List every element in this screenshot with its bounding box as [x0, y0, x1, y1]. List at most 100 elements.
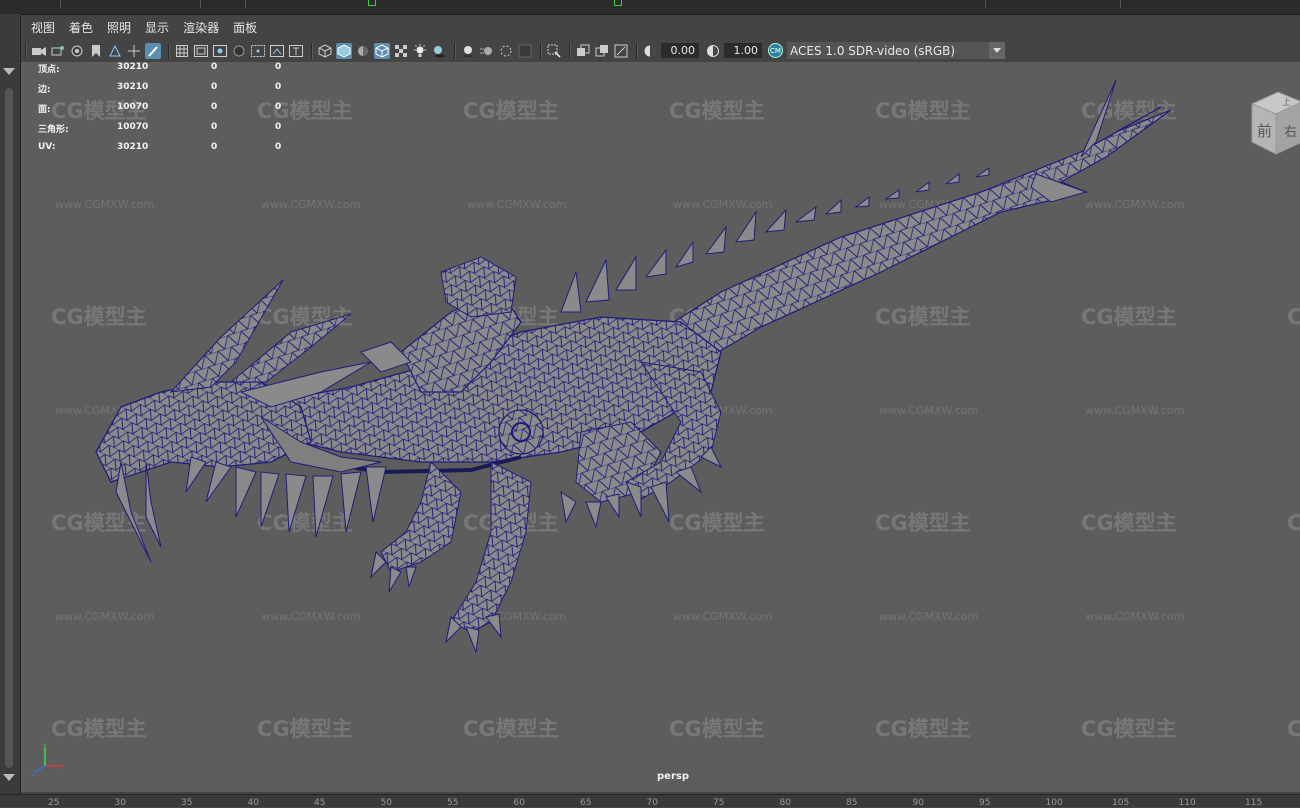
hud-value: 0 [211, 62, 218, 72]
safe-action-icon[interactable] [269, 43, 285, 59]
strip-tick [1120, 0, 1121, 8]
resolution-gate-icon[interactable] [212, 43, 228, 59]
panel-toolbar: 0.00 1.00 CM ACES 1.0 SDR-video (sRGB) [21, 39, 1300, 62]
hud-value: 30210 [117, 62, 149, 72]
exposure-icon[interactable] [642, 43, 658, 59]
timeline-ruler[interactable]: 25 30 35 40 45 50 55 60 65 70 75 80 85 90 95 100 105 110 1… [0, 794, 1300, 808]
toolbar-separator [311, 42, 313, 59]
top-strip [0, 0, 1300, 15]
camera-icon[interactable] [31, 43, 47, 59]
menu-shading[interactable]: 着色 [69, 19, 93, 36]
ruler-tick-label: 75 [713, 798, 725, 808]
gate-mask-icon[interactable] [231, 43, 247, 59]
left-scrollbar[interactable] [0, 14, 21, 794]
axis-gizmo-icon: y x z [31, 742, 67, 778]
light-icon[interactable] [412, 43, 428, 59]
strip-tick [200, 0, 201, 8]
hud-label: UV: [38, 142, 56, 152]
scroll-track[interactable] [5, 88, 13, 768]
motion-blur-icon[interactable] [479, 43, 495, 59]
cube-face-right[interactable]: 右 [1284, 125, 1297, 140]
image-plane-icon[interactable] [69, 43, 85, 59]
gamma-field[interactable]: 1.00 [724, 43, 762, 58]
strip-tick [245, 0, 246, 8]
ruler-tick-label: 95 [979, 798, 991, 808]
view-cube[interactable]: 上 前 右 [1248, 86, 1300, 158]
menu-renderer[interactable]: 渲染器 [183, 19, 219, 36]
menu-show[interactable]: 显示 [145, 19, 169, 36]
ruler-tick-label: 100 [1045, 798, 1063, 808]
xray-active-icon[interactable] [594, 43, 610, 59]
film-gate-icon[interactable] [193, 43, 209, 59]
menu-view[interactable]: 视图 [31, 19, 55, 36]
smooth-shade-icon[interactable] [336, 42, 352, 59]
cube-face-top[interactable]: 上 [1282, 97, 1291, 108]
hud-value: 0 [211, 82, 218, 92]
ao-icon[interactable] [460, 43, 476, 59]
colorspace-value: ACES 1.0 SDR-video (sRGB) [790, 43, 956, 58]
toolbar-separator [636, 42, 638, 59]
exposure-field[interactable]: 0.00 [661, 43, 699, 58]
isolate-icon[interactable] [546, 43, 562, 59]
strip-tick [60, 0, 61, 8]
hud-value: 0 [275, 142, 282, 152]
aa-icon[interactable] [498, 43, 514, 59]
hud-row-triangles: 三角形: 10070 0 0 [38, 122, 318, 136]
strip-tick [985, 0, 986, 8]
gamma-icon[interactable] [705, 43, 721, 59]
safe-title-icon[interactable] [288, 43, 304, 59]
hud-value: 0 [211, 122, 218, 132]
svg-text:y: y [43, 742, 47, 749]
bookmark-icon[interactable] [88, 43, 104, 59]
ruler-tick-label: 70 [646, 798, 658, 808]
viewport-panel[interactable]: CG模型主 CG模型主 CG模型主 CG模型主 CG模型主 CG模型主 CG模型主 CG模型主… [21, 62, 1300, 792]
ruler-tick-label: 115 [1245, 798, 1263, 808]
strip-bracket-icon [614, 0, 622, 6]
snap-icon[interactable] [107, 43, 123, 59]
menu-lighting[interactable]: 照明 [107, 19, 131, 36]
toolbar-separator [454, 42, 456, 59]
ruler-tick-label: 90 [912, 798, 924, 808]
paint-icon[interactable] [145, 42, 161, 59]
ruler-tick-label: 35 [181, 798, 193, 808]
ruler-tick-label: 105 [1112, 798, 1130, 808]
shadow-icon[interactable] [431, 43, 447, 59]
hud-value: 0 [275, 122, 282, 132]
dragon-wireframe-model[interactable] [21, 62, 1300, 792]
dof-icon[interactable] [517, 43, 533, 59]
hud-row-faces: 面: 10070 0 0 [38, 102, 318, 116]
scroll-up-icon[interactable] [3, 68, 15, 75]
field-chart-icon[interactable] [250, 43, 266, 59]
move-tool-icon[interactable] [126, 43, 142, 59]
hud-row-vertices: 顶点: 30210 0 0 [38, 62, 318, 76]
dragon-mesh [95, 79, 1172, 654]
ruler-tick-label: 50 [380, 798, 392, 808]
camera-attr-icon[interactable] [50, 43, 66, 59]
hud-value: 10070 [117, 102, 149, 112]
ruler-tick-label: 45 [314, 798, 326, 808]
xray-joints-icon[interactable] [575, 43, 591, 59]
camera-name-label: persp [657, 771, 689, 782]
default-material-icon[interactable] [355, 43, 371, 59]
ruler-tick-label: 110 [1178, 798, 1196, 808]
colorspace-icon[interactable]: CM [768, 43, 783, 58]
grid-icon[interactable] [174, 43, 190, 59]
cube-face-front[interactable]: 前 [1257, 122, 1272, 140]
ruler-tick-label: 25 [48, 798, 60, 808]
backface-icon[interactable] [613, 43, 629, 59]
wireframe-on-shaded-icon[interactable] [374, 42, 390, 59]
scroll-down-icon[interactable] [3, 774, 15, 781]
wireframe-icon[interactable] [317, 43, 333, 59]
ruler-tick-label: 40 [247, 798, 259, 808]
xray-icon[interactable] [393, 43, 409, 59]
toolbar-separator [540, 42, 542, 59]
hud-value: 0 [275, 62, 282, 72]
hud-row-edges: 边: 30210 0 0 [38, 82, 318, 96]
menu-panels[interactable]: 面板 [233, 19, 257, 36]
chevron-down-icon[interactable] [989, 42, 1005, 59]
colorspace-select[interactable]: ACES 1.0 SDR-video (sRGB) [787, 42, 1005, 59]
toolbar-separator [569, 42, 571, 59]
ruler-tick-label: 30 [114, 798, 126, 808]
hud-label: 面: [38, 105, 51, 115]
hud-label: 顶点: [38, 65, 60, 75]
